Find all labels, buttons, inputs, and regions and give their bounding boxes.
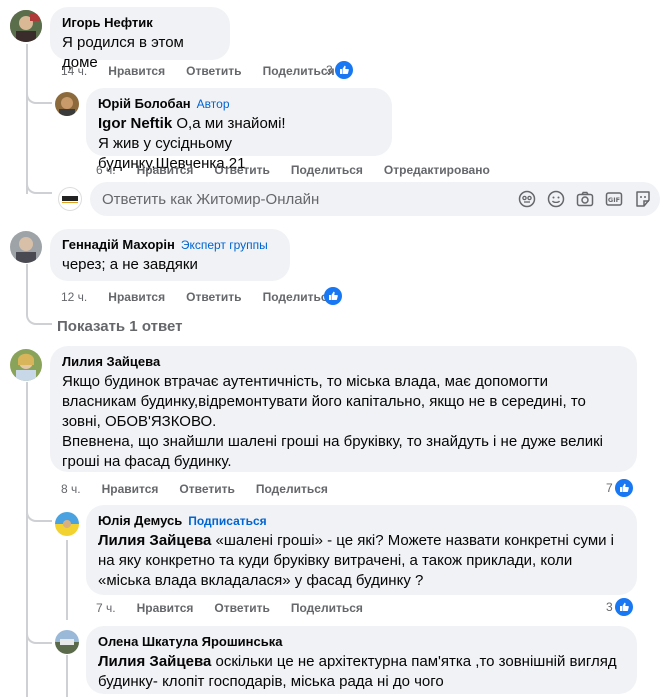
- thread-connector: [26, 628, 52, 644]
- comment-author[interactable]: Юлія Демусь Подписаться: [98, 513, 625, 529]
- reaction-count[interactable]: 3: [326, 61, 353, 79]
- comment-text: Якщо будинок втрачає аутентичність, то м…: [62, 373, 549, 390]
- comment-text: Лилия Зайцева оскільки це не архітектурн…: [98, 652, 625, 672]
- comment-actions: 6 ч. Нравится Ответить Поделиться Отреда…: [96, 163, 511, 177]
- comment-text: Лилия Зайцева «шалені гроші» - це які? М…: [98, 531, 625, 551]
- text-fragment: «шалені гроші» - це які? Можете назвати …: [211, 532, 615, 549]
- like-button[interactable]: Нравится: [108, 290, 165, 304]
- avatar[interactable]: [55, 512, 79, 536]
- comment-text: через; а не завдяки: [62, 256, 198, 273]
- follow-button[interactable]: Подписаться: [188, 514, 266, 528]
- avatar[interactable]: [10, 10, 42, 42]
- comment-bubble: Игорь Нефтик Я родился в этом доме: [50, 7, 230, 71]
- reply-button[interactable]: Ответить: [179, 482, 234, 496]
- share-button[interactable]: Поделиться: [256, 482, 328, 496]
- like-button[interactable]: Нравится: [137, 601, 194, 615]
- thread-line: [26, 264, 28, 312]
- reaction-number: 3: [326, 63, 333, 77]
- show-replies-link[interactable]: Показать 1 ответ: [57, 318, 182, 335]
- comment-actions: 12 ч. Нравится Ответить Поделиться: [61, 290, 356, 304]
- like-icon: [614, 598, 633, 616]
- comment-actions: 7 ч. Нравится Ответить Поделиться: [96, 601, 384, 615]
- like-icon: [334, 61, 353, 79]
- reply-button[interactable]: Ответить: [186, 64, 241, 78]
- comment-author[interactable]: Геннадій Махорін Эксперт группы: [62, 237, 278, 253]
- reaction-number: 7: [606, 481, 613, 495]
- camera-icon[interactable]: [574, 188, 596, 210]
- comment-time[interactable]: 14 ч.: [61, 64, 87, 78]
- page-avatar: [58, 187, 82, 211]
- text-fragment: оскільки це не архітектурна пам'ятка ,то…: [211, 653, 617, 670]
- thread-line: [26, 382, 28, 697]
- thread-connector: [26, 310, 52, 325]
- comment-author[interactable]: Юрій Болобан Автор: [98, 96, 380, 112]
- comment-time[interactable]: 12 ч.: [61, 290, 87, 304]
- reaction-count[interactable]: 3: [606, 598, 633, 616]
- share-button[interactable]: Поделиться: [263, 64, 335, 78]
- comment-time[interactable]: 7 ч.: [96, 601, 116, 615]
- like-icon: [614, 479, 633, 497]
- thread-line: [26, 44, 28, 194]
- thread-connector: [26, 508, 52, 522]
- comment-bubble: Олена Шкатула Ярошинська Лилия Зайцева о…: [86, 626, 637, 694]
- mention-link[interactable]: Лилия Зайцева: [98, 532, 211, 549]
- reply-button[interactable]: Ответить: [186, 290, 241, 304]
- comment-bubble: Геннадій Махорін Эксперт группы через; а …: [50, 229, 290, 281]
- thread-line: [66, 655, 68, 697]
- author-badge: Автор: [196, 97, 230, 111]
- like-button[interactable]: Нравится: [102, 482, 159, 496]
- comment-time[interactable]: 6 ч.: [96, 163, 116, 177]
- gif-icon[interactable]: GIF: [603, 188, 625, 210]
- thread-connector: [26, 88, 52, 104]
- like-button[interactable]: Нравится: [137, 163, 194, 177]
- share-button[interactable]: Поделиться: [291, 163, 363, 177]
- avatar[interactable]: [55, 92, 79, 116]
- reply-placeholder: Ответить как Житомир-Онлайн: [102, 190, 320, 208]
- reply-input[interactable]: Ответить как Житомир-Онлайн GIF: [90, 182, 660, 216]
- comment-author[interactable]: Лилия Зайцева: [62, 354, 625, 370]
- thread-connector: [26, 180, 52, 194]
- comment-text: зовні, ОБОВ'ЯЗКОВО.: [62, 413, 217, 430]
- comment-author[interactable]: Олена Шкатула Ярошинська: [98, 634, 625, 650]
- comment-actions: 14 ч. Нравится Ответить Поделиться: [61, 64, 356, 78]
- comment-text: власникам будинку,відремонтувати його ка…: [62, 393, 586, 410]
- thread-line: [66, 540, 68, 620]
- svg-text:GIF: GIF: [608, 196, 620, 204]
- comment-text: гроші на фасад будинку.: [62, 453, 232, 470]
- comment-text: Впевнена, що знайшли шалені гроші на бру…: [62, 433, 603, 450]
- reaction-number: 3: [606, 600, 613, 614]
- comment-author[interactable]: Игорь Нефтик: [62, 15, 218, 31]
- share-button[interactable]: Поделиться: [291, 601, 363, 615]
- like-button[interactable]: Нравится: [108, 64, 165, 78]
- comment-text: «міська влада вкладалася» у фасад будинк…: [98, 572, 424, 589]
- reply-tools: GIF: [516, 188, 654, 210]
- comment-time[interactable]: 8 ч.: [61, 482, 81, 496]
- reply-button[interactable]: Ответить: [214, 601, 269, 615]
- comment-bubble: Юлія Демусь Подписаться Лилия Зайцева «ша…: [86, 505, 637, 595]
- author-name[interactable]: Юлія Демусь: [98, 513, 182, 528]
- edited-label: Отредактировано: [383, 163, 490, 177]
- reaction-count[interactable]: 7: [606, 479, 633, 497]
- comment-actions: 8 ч. Нравится Ответить Поделиться: [61, 482, 349, 496]
- avatar-sticker-icon[interactable]: [516, 188, 538, 210]
- comment-text: Igor Neftik О,а ми знайомі!: [98, 114, 380, 134]
- avatar[interactable]: [10, 349, 42, 381]
- comment-text: будинку- клопіт господарів, міська рада …: [98, 673, 444, 690]
- sticker-icon[interactable]: [632, 188, 654, 210]
- reply-button[interactable]: Ответить: [214, 163, 269, 177]
- author-name[interactable]: Юрій Болобан: [98, 96, 191, 111]
- comment-text: на яку конкретно та куди бруківку витрач…: [98, 552, 573, 569]
- mention-link[interactable]: Igor Neftik: [98, 115, 172, 132]
- author-name[interactable]: Геннадій Махорін: [62, 237, 175, 252]
- author-badge: Эксперт группы: [180, 238, 268, 252]
- like-icon: [324, 287, 342, 305]
- emoji-icon[interactable]: [545, 188, 567, 210]
- text-fragment: О,а ми знайомі!: [172, 115, 286, 132]
- mention-link[interactable]: Лилия Зайцева: [98, 653, 211, 670]
- reaction-count[interactable]: [322, 287, 342, 305]
- avatar[interactable]: [55, 630, 79, 654]
- comment-bubble: Юрій Болобан Автор Igor Neftik О,а ми зна…: [86, 88, 392, 172]
- comment-bubble: Лилия Зайцева Якщо будинок втрачає аутен…: [50, 346, 637, 472]
- avatar[interactable]: [10, 231, 42, 263]
